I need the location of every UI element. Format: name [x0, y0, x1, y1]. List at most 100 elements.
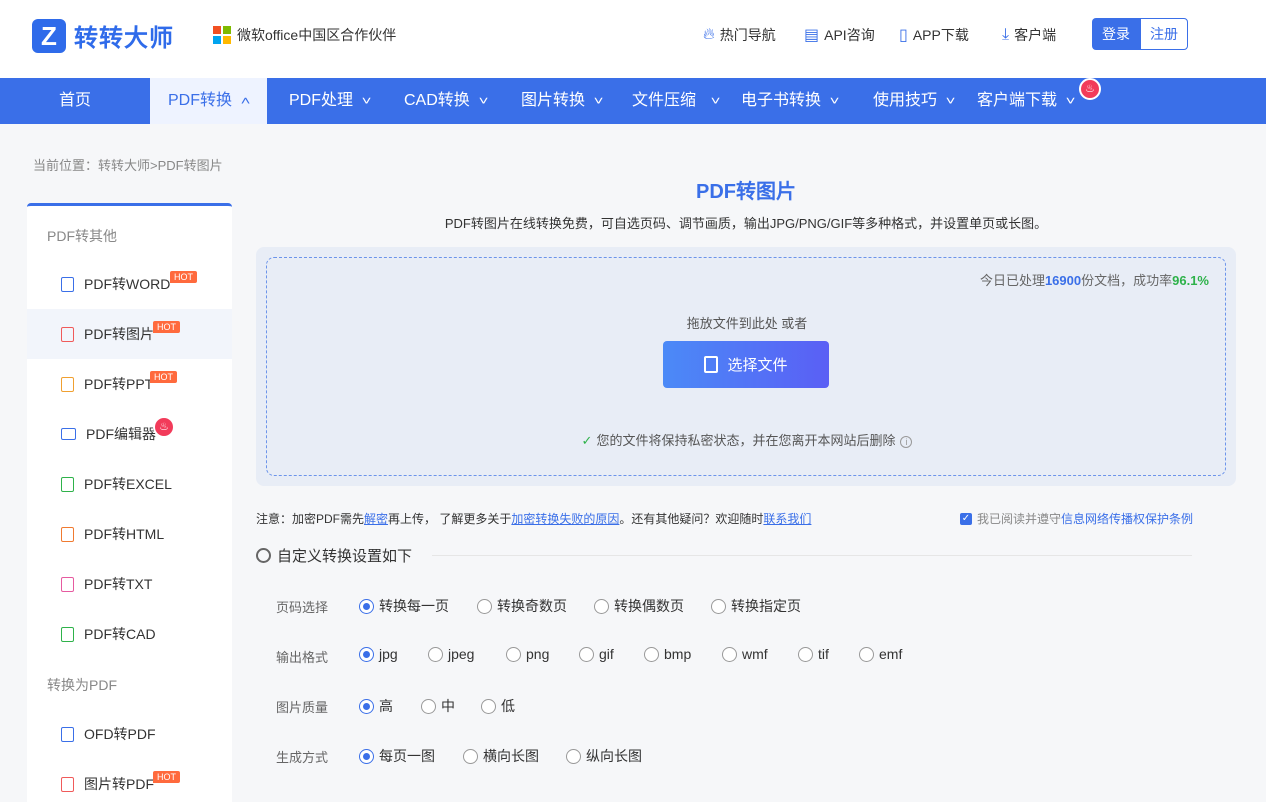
radio-page-all[interactable]: 转换每一页: [359, 596, 449, 616]
stats-rate: 96.1%: [1172, 273, 1209, 288]
radio-format-jpg[interactable]: jpg: [359, 646, 398, 662]
sidebar-item-label: PDF转CAD: [84, 626, 156, 642]
radio-format-jpeg[interactable]: jpeg: [428, 646, 474, 662]
chevron-down-icon: ˅: [478, 94, 489, 108]
file-drop-zone[interactable]: 今日已处理16900份文档，成功率96.1% 拖放文件到此处 或者 选择文件 ✓…: [266, 257, 1226, 476]
sidebar-item-label: PDF转HTML: [84, 526, 165, 542]
sidebar-item-pdf-editor[interactable]: PDF编辑器 ♨: [27, 409, 232, 459]
nav-client-download[interactable]: 客户端下载 ˅: [977, 78, 1076, 124]
chevron-down-icon: ˅: [829, 94, 840, 108]
nav-pdf-convert-label: PDF转换: [167, 92, 232, 109]
nav-tips[interactable]: 使用技巧 ˅: [873, 78, 955, 124]
output-format-label: 输出格式: [276, 650, 329, 665]
upload-note: 注意：加密PDF需先解密再上传， 了解更多关于加密转换失败的原因。还有其他疑问？…: [256, 510, 811, 527]
contact-us-link[interactable]: 联系我们: [763, 512, 811, 526]
header: Z 转转大师 微软office中国区合作伙伴 🔥︎ 热门导航 ▤ API咨询 ▯…: [0, 0, 1266, 78]
radio-mode-horizontal[interactable]: 横向长图: [463, 746, 539, 766]
radio-format-emf[interactable]: emf: [859, 646, 902, 662]
radio-page-custom[interactable]: 转换指定页: [711, 596, 801, 616]
choose-file-label: 选择文件: [727, 357, 788, 374]
nav-compress[interactable]: 文件压缩 ˅: [632, 78, 720, 124]
note-text-2: 再上传， 了解更多关于: [388, 512, 512, 526]
client-link[interactable]: ⤓ 客户端: [1002, 25, 1056, 45]
sidebar-group-to-pdf: 转换为PDF: [47, 677, 117, 693]
agreement-checkbox[interactable]: ✓: [960, 512, 972, 525]
logo[interactable]: Z 转转大师: [32, 18, 174, 53]
upload-panel: 今日已处理16900份文档，成功率96.1% 拖放文件到此处 或者 选择文件 ✓…: [256, 247, 1236, 486]
monitor-icon: [61, 428, 76, 440]
radio-quality-medium[interactable]: 中: [421, 696, 455, 716]
hot-nav-link[interactable]: 🔥︎ 热门导航: [703, 25, 776, 45]
radio-quality-high[interactable]: 高: [359, 696, 393, 716]
sidebar-item-ofd-pdf[interactable]: OFD转PDF: [27, 709, 232, 759]
radio-page-odd[interactable]: 转换奇数页: [477, 596, 567, 616]
choose-file-button[interactable]: 选择文件: [663, 341, 829, 388]
register-button[interactable]: 注册: [1140, 18, 1188, 50]
sidebar-item-pdf-image[interactable]: PDF转图片 HOT: [27, 309, 232, 359]
page-selection-label: 页码选择: [276, 600, 329, 615]
radio-quality-low[interactable]: 低: [481, 696, 515, 716]
image-file-icon: [61, 326, 74, 342]
cad-file-icon: [61, 626, 74, 642]
radio-format-wmf[interactable]: wmf: [722, 646, 768, 662]
drop-hint: 拖放文件到此处 或者: [686, 316, 808, 331]
nav-pdf-process[interactable]: PDF处理 ˅: [289, 78, 372, 124]
app-label: APP下载: [912, 27, 969, 43]
chevron-up-icon: ˄: [240, 94, 251, 108]
nav-cad-label: CAD转换: [404, 92, 470, 109]
radio-format-gif[interactable]: gif: [579, 646, 614, 662]
api-link[interactable]: ▤ API咨询: [804, 25, 875, 45]
flame-icon: 🔥︎: [703, 26, 715, 43]
generation-mode-label: 生成方式: [276, 750, 329, 765]
encryption-failure-link[interactable]: 加密转换失败的原因: [511, 512, 619, 526]
brand-name: 转转大师: [74, 25, 174, 52]
radio-page-even[interactable]: 转换偶数页: [594, 596, 684, 616]
sidebar-item-label: PDF转EXCEL: [84, 476, 172, 492]
radio-format-png[interactable]: png: [506, 646, 549, 662]
radio-format-tif[interactable]: tif: [798, 646, 829, 662]
radio-mode-single[interactable]: 每页一图: [359, 746, 435, 766]
download-icon: ⤓: [1002, 26, 1010, 43]
login-button[interactable]: 登录: [1092, 18, 1140, 50]
sidebar-item-pdf-cad[interactable]: PDF转CAD: [27, 609, 232, 659]
agreement-prefix: 我已阅读并遵守: [977, 512, 1062, 526]
sidebar-item-label: PDF转图片: [84, 326, 154, 342]
info-icon[interactable]: i: [900, 436, 913, 448]
regulation-link[interactable]: 信息网络传播权保护条例: [1061, 510, 1193, 527]
stats-mid: 份文档，成功率: [1081, 273, 1173, 288]
fire-badge-icon: ♨: [153, 416, 175, 438]
chevron-down-icon: ˅: [361, 94, 372, 108]
app-download-link[interactable]: ▯ APP下载: [899, 25, 969, 45]
breadcrumb: 当前位置：转转大师>PDF转图片: [33, 158, 223, 173]
sidebar-item-pdf-txt[interactable]: PDF转TXT: [27, 559, 232, 609]
sidebar-item-image-pdf[interactable]: 图片转PDF HOT: [27, 759, 232, 802]
fire-badge-icon: ♨: [1079, 78, 1101, 100]
decrypt-link[interactable]: 解密: [364, 512, 388, 526]
nav-tips-label: 使用技巧: [873, 92, 938, 109]
nav-client-download-label: 客户端下载: [977, 92, 1058, 109]
sidebar-item-label: OFD转PDF: [84, 726, 156, 742]
stats-count: 16900: [1044, 273, 1082, 288]
txt-file-icon: [61, 576, 74, 592]
nav-image[interactable]: 图片转换 ˅: [521, 78, 604, 124]
nav-ebook[interactable]: 电子书转换 ˅: [741, 78, 840, 124]
agreement: ✓ 我已阅读并遵守 信息网络传播权保护条例: [960, 510, 1193, 527]
privacy-text: 您的文件将保持私密状态，并在您离开本网站后删除: [596, 433, 896, 448]
sidebar-item-pdf-ppt[interactable]: PDF转PPT HOT: [27, 359, 232, 409]
chevron-down-icon: ˅: [593, 94, 604, 108]
sidebar-item-label: 图片转PDF: [84, 776, 154, 792]
nav-home[interactable]: 首页: [0, 78, 150, 124]
sidebar-item-pdf-excel[interactable]: PDF转EXCEL: [27, 459, 232, 509]
ppt-file-icon: [61, 376, 74, 392]
sidebar-item-pdf-html[interactable]: PDF转HTML: [27, 509, 232, 559]
nav-cad[interactable]: CAD转换 ˅: [404, 78, 489, 124]
nav-compress-label: 文件压缩: [632, 92, 697, 109]
image-file-icon: [61, 776, 74, 792]
nav-pdf-convert[interactable]: PDF转换 ˄: [150, 78, 267, 124]
radio-mode-vertical[interactable]: 纵向长图: [566, 746, 642, 766]
sidebar-item-label: PDF转PPT: [84, 376, 154, 392]
chevron-down-icon: ˅: [1065, 94, 1076, 108]
main-nav: 首页 PDF转换 ˄ PDF处理 ˅ CAD转换 ˅ 图片转换 ˅ 文件压缩 ˅…: [0, 78, 1266, 124]
sidebar-item-pdf-word[interactable]: PDF转WORD HOT: [27, 259, 232, 309]
radio-format-bmp[interactable]: bmp: [644, 646, 691, 662]
